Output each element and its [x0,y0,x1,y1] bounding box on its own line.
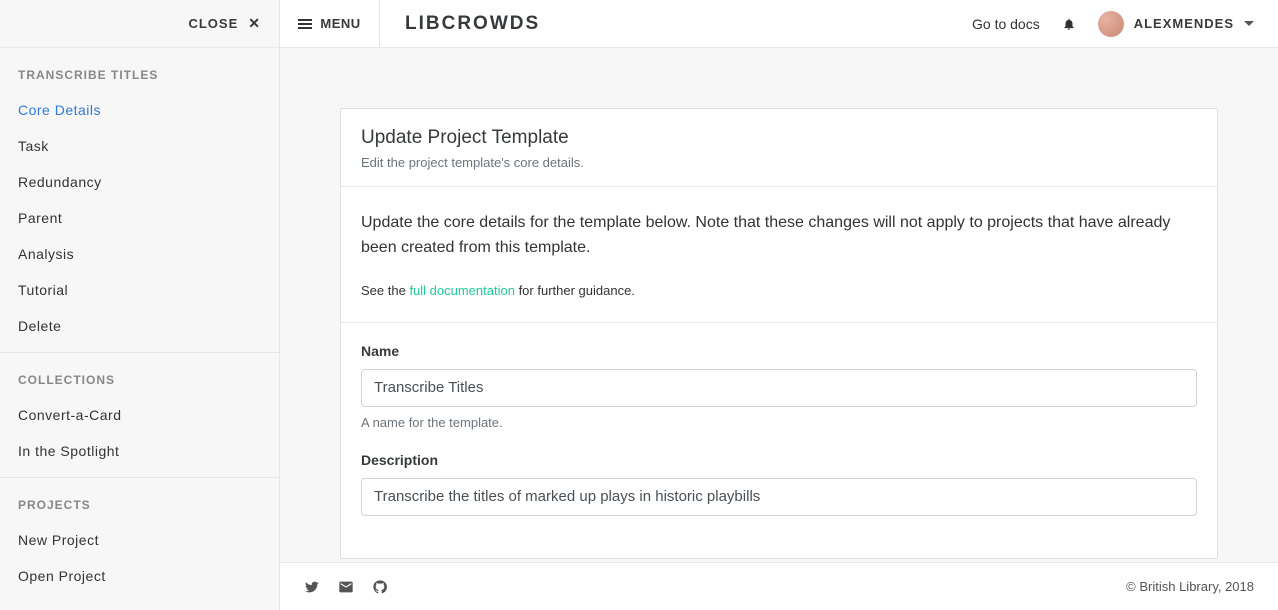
footer-social-icons [304,579,388,595]
card-body: Update the core details for the template… [341,187,1217,323]
sidebar-item-tutorial[interactable]: Tutorial [0,272,279,308]
sidebar-item-delete[interactable]: Delete [0,308,279,344]
full-documentation-link[interactable]: full documentation [409,283,515,298]
close-sidebar-button[interactable]: CLOSE ✕ [0,0,279,48]
footer: © British Library, 2018 [280,562,1278,610]
name-input[interactable] [361,369,1197,407]
help-suffix: for further guidance. [515,283,635,298]
username: ALEXMENDES [1134,16,1234,31]
sidebar-item-parent[interactable]: Parent [0,200,279,236]
topbar: MENU LIBCROWDS Go to docs ALEXMENDES [280,0,1278,48]
menu-button[interactable]: MENU [280,0,380,48]
form-group-name: Name A name for the template. [361,343,1197,430]
twitter-icon[interactable] [304,579,320,595]
close-label: CLOSE [188,16,238,31]
name-hint: A name for the template. [361,415,1197,430]
sidebar-item-convert-a-card[interactable]: Convert-a-Card [0,397,279,433]
sidebar-item-open-project[interactable]: Open Project [0,558,279,594]
sidebar: CLOSE ✕ TRANSCRIBE TITLES Core Details T… [0,0,280,610]
help-text: See the full documentation for further g… [361,283,1197,298]
template-card: Update Project Template Edit the project… [340,108,1218,559]
name-label: Name [361,343,1197,359]
brand-logo: LIBCROWDS [405,13,540,35]
bell-icon[interactable] [1062,17,1076,31]
sidebar-group-title-transcribe: TRANSCRIBE TITLES [0,48,279,92]
email-icon[interactable] [338,579,354,595]
help-prefix: See the [361,283,409,298]
user-menu[interactable]: ALEXMENDES [1098,11,1254,37]
github-icon[interactable] [372,579,388,595]
intro-text: Update the core details for the template… [361,211,1197,261]
sidebar-group-title-projects: PROJECTS [0,478,279,522]
avatar [1098,11,1124,37]
footer-copyright: © British Library, 2018 [1126,579,1254,594]
sidebar-item-analysis[interactable]: Analysis [0,236,279,272]
sidebar-item-task[interactable]: Task [0,128,279,164]
page-title: Update Project Template [361,127,1197,149]
sidebar-item-redundancy[interactable]: Redundancy [0,164,279,200]
hamburger-icon [298,19,312,29]
docs-link[interactable]: Go to docs [972,16,1040,32]
description-label: Description [361,452,1197,468]
card-header: Update Project Template Edit the project… [341,109,1217,187]
sidebar-item-new-project[interactable]: New Project [0,522,279,558]
close-icon: ✕ [248,15,261,32]
form-section: Name A name for the template. Descriptio… [341,323,1217,558]
description-input[interactable] [361,478,1197,516]
sidebar-item-core-details[interactable]: Core Details [0,92,279,128]
form-group-description: Description [361,452,1197,516]
menu-label: MENU [320,16,360,31]
caret-down-icon [1244,21,1254,26]
sidebar-group-title-collections: COLLECTIONS [0,353,279,397]
page-subtitle: Edit the project template's core details… [361,155,1197,170]
main-content: Update Project Template Edit the project… [280,48,1278,562]
sidebar-item-in-the-spotlight[interactable]: In the Spotlight [0,433,279,469]
